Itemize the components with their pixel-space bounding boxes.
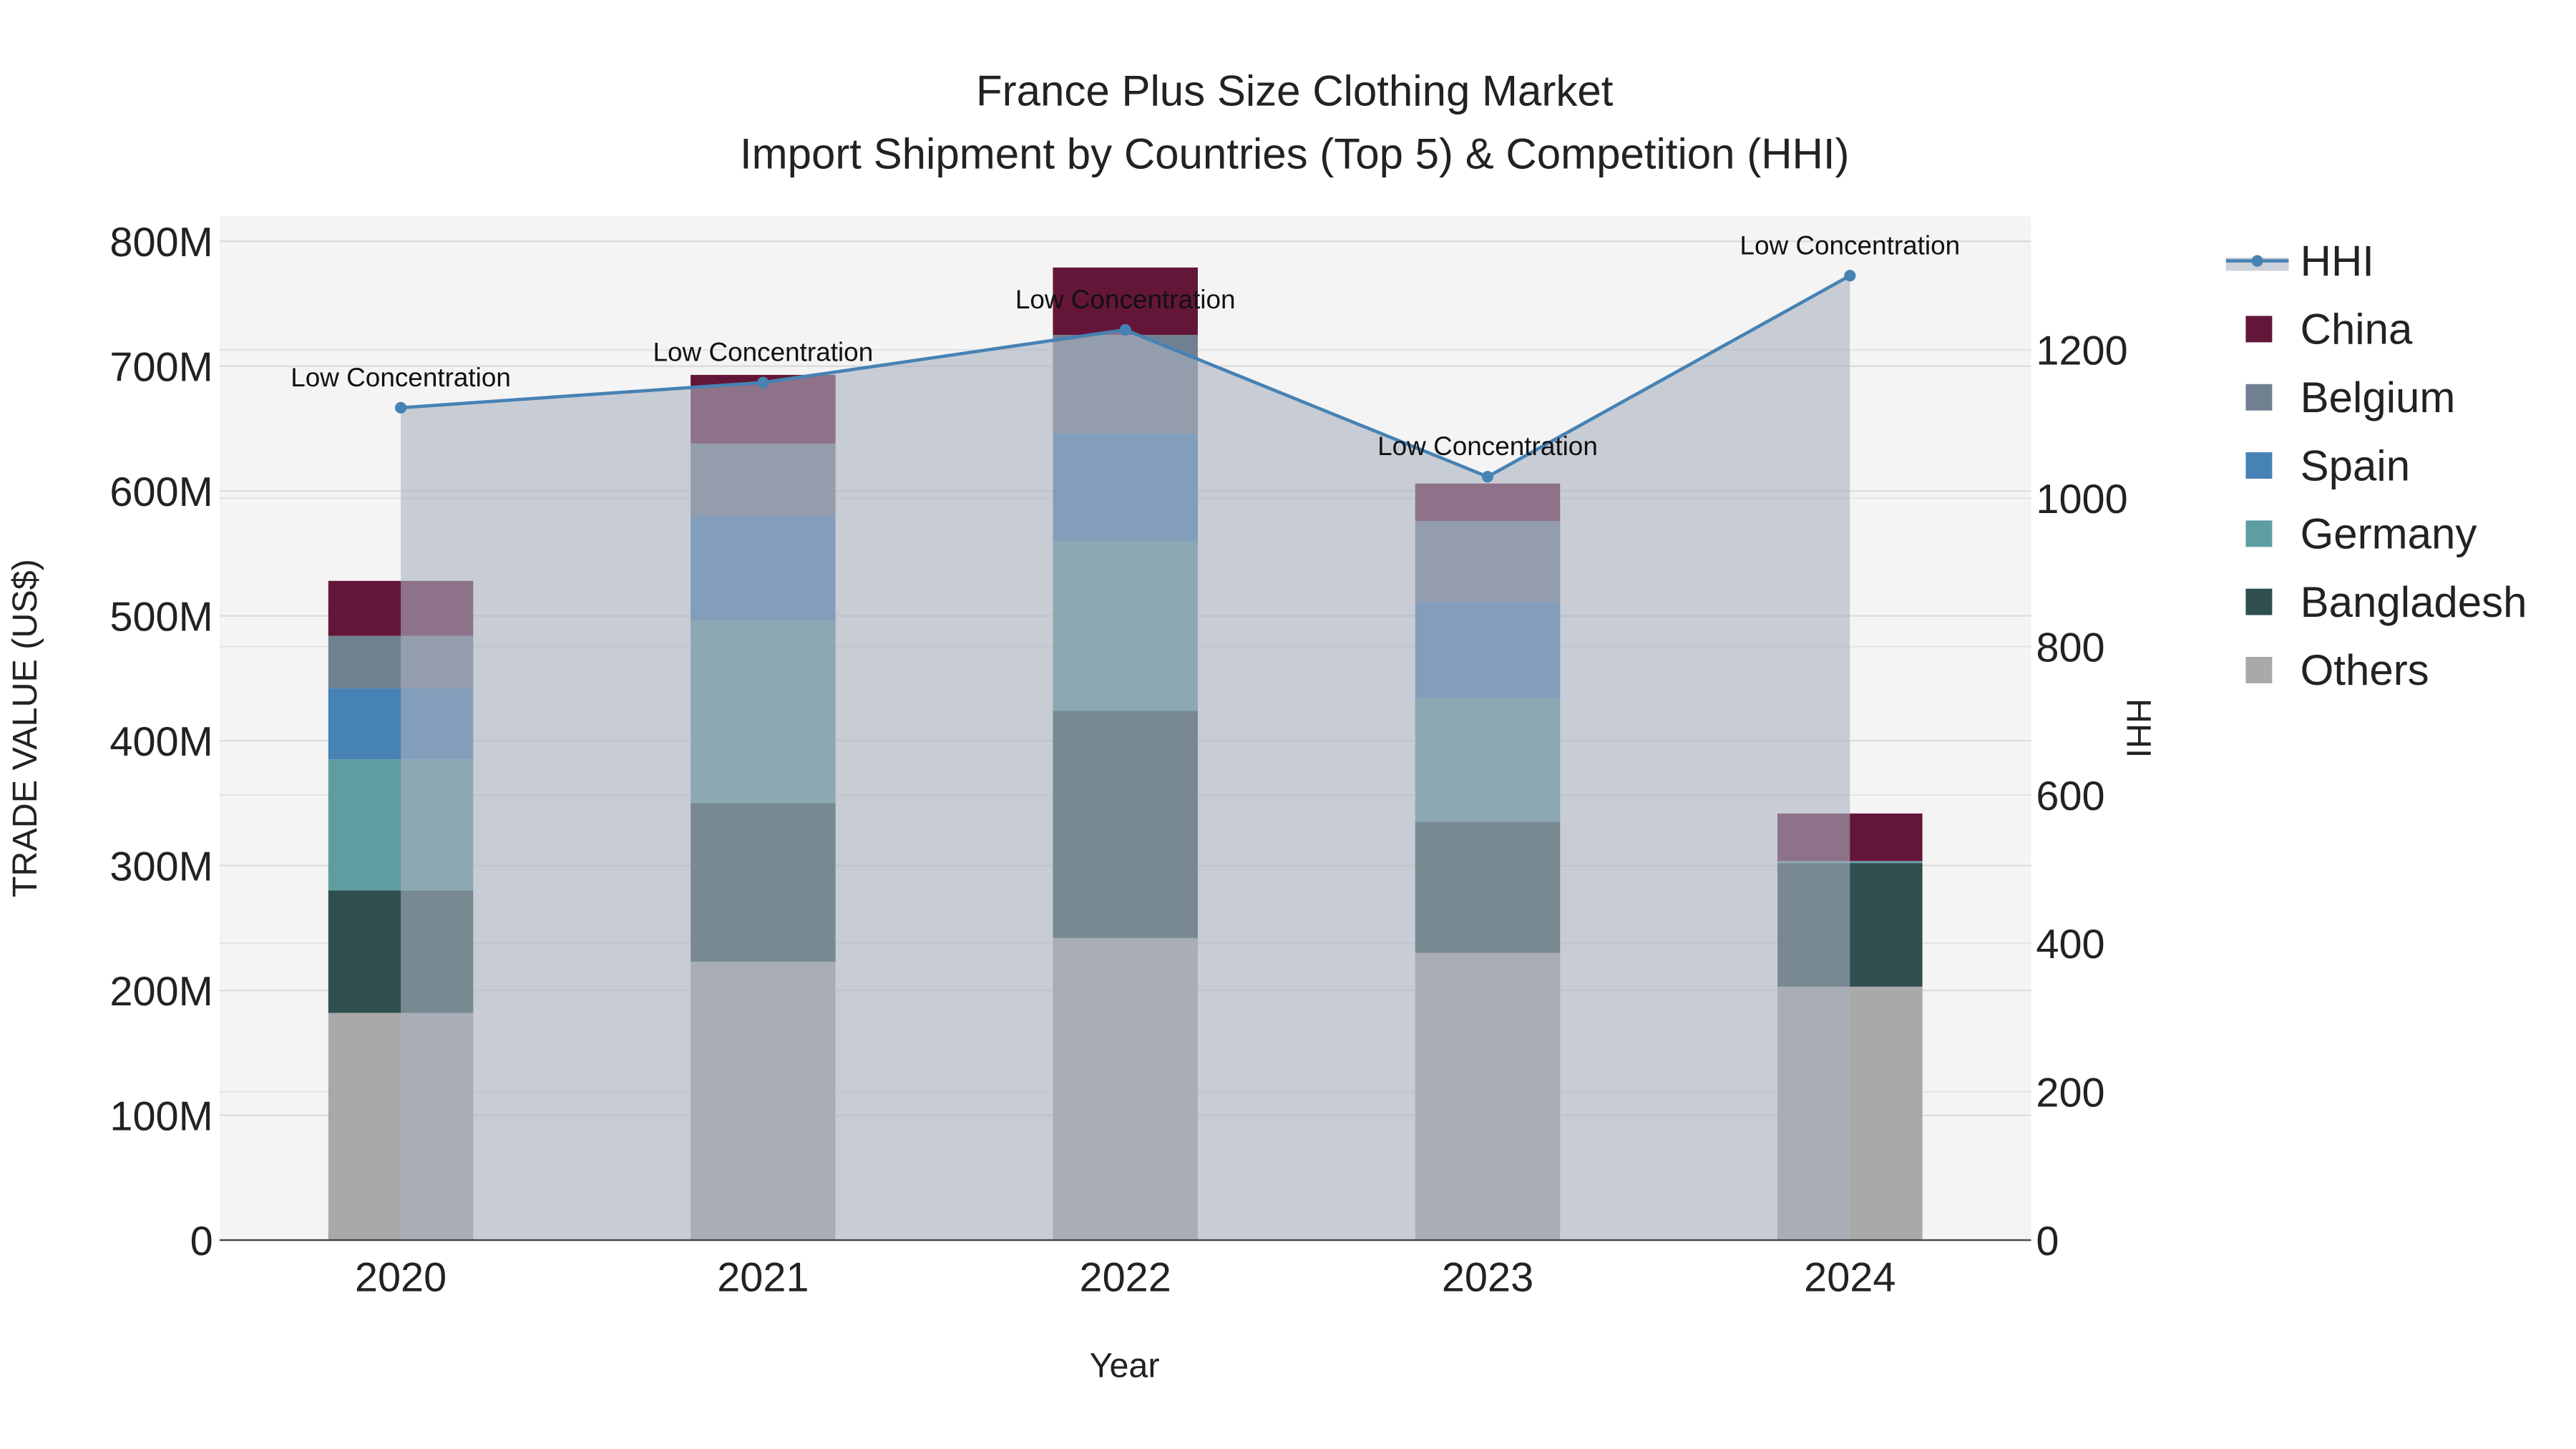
x-axis-label: Year	[1090, 1347, 1160, 1385]
y-tick-label: 600M	[109, 469, 213, 515]
legend-swatch	[2245, 452, 2273, 479]
y-tick-label: 700M	[109, 344, 213, 390]
x-tick-label: 2024	[1804, 1255, 1896, 1301]
y2-tick-label: 200	[2036, 1070, 2104, 1116]
chart-title: France Plus Size Clothing Market	[976, 67, 1614, 115]
y2-tick-label: 1200	[2036, 328, 2127, 374]
y2-tick-label: 0	[2036, 1219, 2059, 1264]
hhi-point-2020	[395, 401, 407, 414]
chart-container: Low Concentration Low Concentration Low Co…	[0, 0, 2576, 1449]
legend-label: Spain	[2301, 441, 2410, 489]
y2-tick-label: 800	[2036, 625, 2104, 670]
y2-tick-label: 400	[2036, 922, 2104, 967]
legend-label: China	[2301, 306, 2413, 353]
y-tick-label: 500M	[109, 594, 213, 640]
legend-swatch	[2245, 384, 2273, 411]
chart: Low Concentration Low Concentration Low Co…	[0, 0, 2576, 1449]
y2-tick-label: 600	[2036, 774, 2104, 819]
y-tick-label: 0	[190, 1219, 213, 1264]
y-axis-label: TRADE VALUE (US$)	[6, 559, 44, 897]
legend-swatch	[2245, 316, 2273, 343]
x-tick-label: 2020	[355, 1255, 447, 1301]
y-axis-ticks: 0 100M 200M 300M 400M 500M 600M 700M 800M	[109, 220, 213, 1264]
hhi-point-2024	[1844, 270, 1856, 282]
hhi-point-2023	[1481, 471, 1494, 483]
hhi-point-2021	[757, 376, 769, 389]
hhi-annotation-2020: Low Concentration	[291, 363, 511, 392]
hhi-annotation-2021: Low Concentration	[653, 338, 874, 367]
legend-swatch	[2245, 520, 2273, 547]
y2-axis-label: HHI	[2119, 698, 2157, 758]
hhi-annotation-2023: Low Concentration	[1377, 431, 1598, 461]
y-tick-label: 100M	[109, 1093, 213, 1139]
legend-marker	[2251, 255, 2263, 267]
y-tick-label: 300M	[109, 844, 213, 889]
legend-swatch	[2245, 588, 2273, 615]
hhi-area	[401, 275, 1850, 1241]
hhi-annotation-2024: Low Concentration	[1740, 230, 1960, 260]
legend-swatch	[2245, 657, 2273, 683]
y-tick-label: 400M	[109, 719, 213, 765]
x-tick-label: 2022	[1080, 1255, 1171, 1301]
hhi-annotation-2022: Low Concentration	[1015, 285, 1236, 314]
legend-label: Bangladesh	[2301, 578, 2527, 626]
y-tick-label: 800M	[109, 220, 213, 265]
hhi-point-2022	[1119, 323, 1131, 336]
legend-label: HHI	[2301, 237, 2374, 285]
y-tick-label: 200M	[109, 969, 213, 1015]
hhi-area-fill	[401, 275, 1850, 1241]
legend-label: Germany	[2301, 510, 2477, 558]
x-tick-label: 2023	[1442, 1255, 1533, 1301]
legend-label: Others	[2301, 646, 2429, 694]
y2-tick-label: 1000	[2036, 477, 2127, 522]
legend-label: Belgium	[2301, 374, 2456, 421]
chart-subtitle: Import Shipment by Countries (Top 5) & C…	[740, 130, 1850, 177]
x-tick-label: 2021	[717, 1255, 809, 1301]
